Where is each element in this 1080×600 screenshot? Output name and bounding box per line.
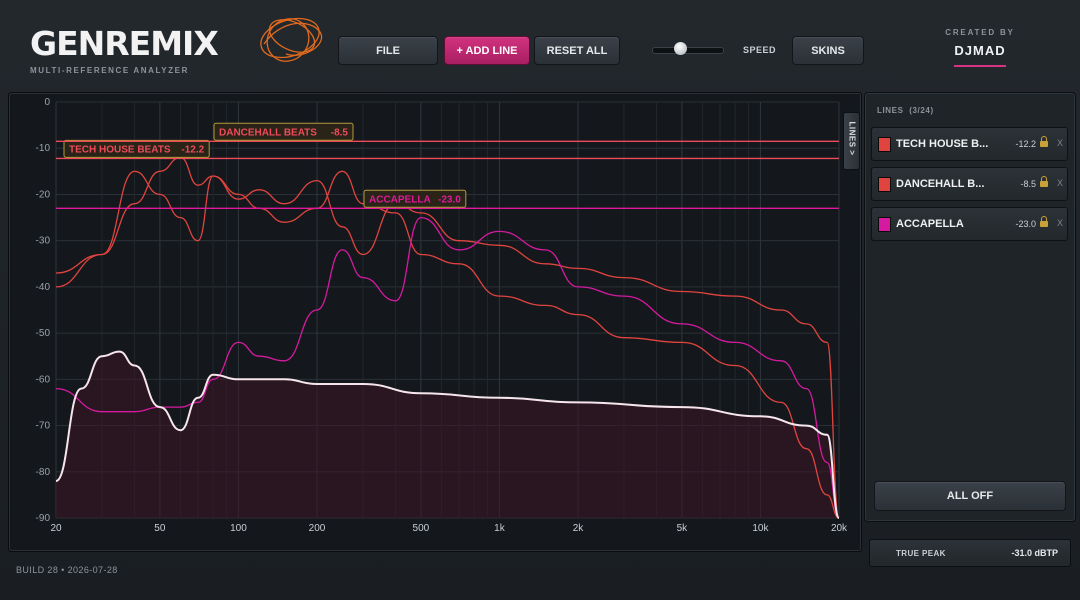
created-by-label: CREATED BY [945,28,1015,37]
y-tick-label: 0 [44,97,50,108]
level-marker-label: TECH HOUSE BEATS -12.2 [63,139,210,158]
line-name: ACCAPELLA [896,218,964,230]
lines-panel: LINES (3/24) TECH HOUSE B... -12.2 X DAN… [864,92,1076,522]
marker-label-value: -8.5 [331,127,349,138]
logo: GENREMIX [30,17,323,66]
lines-tab[interactable]: LINES > [843,112,860,170]
y-tick-label: -70 [36,421,51,432]
y-tick-label: -40 [36,282,51,293]
spectrum-area-fill [56,351,839,518]
marker-label-value: -23.0 [438,194,461,205]
author-underline [954,65,1006,67]
true-peak-display: TRUE PEAK -31.0 dBTP [869,539,1071,567]
reset-all-button[interactable]: RESET ALL [534,36,620,65]
x-tick-label: 2k [573,523,585,534]
line-color-swatch[interactable] [878,217,891,232]
lines-panel-title-text: LINES [877,106,904,115]
line-row-accapella[interactable]: ACCAPELLA -23.0 X [871,207,1068,241]
speed-slider[interactable] [652,42,724,55]
all-off-button[interactable]: ALL OFF [874,481,1066,511]
x-tick-label: 20k [831,523,848,534]
remove-line-button[interactable]: X [1057,218,1063,228]
author-name: DJMAD [954,43,1006,58]
build-number: BUILD 28 [16,565,59,575]
build-date: 2026-07-28 [67,565,118,575]
build-info: BUILD 28 • 2026-07-28 [16,565,118,575]
x-tick-label: 50 [154,523,166,534]
speed-slider-track[interactable] [652,47,724,54]
x-tick-label: 500 [413,523,430,534]
speed-slider-knob[interactable] [673,42,687,55]
x-tick-label: 200 [309,523,326,534]
marker-label-name: DANCEHALL BEATS [219,127,317,138]
y-tick-label: -50 [36,328,51,339]
remove-line-button[interactable]: X [1057,178,1063,188]
add-line-button[interactable]: + ADD LINE [444,36,530,65]
lock-icon[interactable] [1040,136,1048,148]
speed-label: SPEED [743,45,777,55]
y-tick-label: -80 [36,467,51,478]
line-value: -23.0 [1015,219,1036,229]
skins-button[interactable]: SKINS [792,36,864,65]
line-row-dancehall[interactable]: DANCEHALL B... -8.5 X [871,167,1068,201]
line-value: -12.2 [1015,139,1036,149]
file-button[interactable]: FILE [338,36,438,65]
level-marker-label: DANCEHALL BEATS -8.5 [213,122,354,141]
y-tick-label: -20 [36,189,51,200]
x-tick-label: 20 [50,523,62,534]
lock-icon[interactable] [1040,216,1048,228]
credits: CREATED BY DJMAD [940,28,1020,67]
scribble-logo-icon [260,17,323,62]
lock-icon[interactable] [1040,176,1048,188]
x-tick-label: 100 [230,523,247,534]
marker-label-value: -12.2 [181,144,204,155]
marker-label-name: ACCAPELLA [369,194,431,205]
marker-label-name: TECH HOUSE BEATS [69,144,171,155]
x-tick-label: 10k [752,523,769,534]
true-peak-label: TRUE PEAK [896,549,946,558]
lines-panel-title: LINES (3/24) [877,106,934,115]
spectrum-analyzer[interactable]: 0 -10 -20 -30 -40 -50 -60 -70 -80 -90 20 50 100 200 50… [8,92,862,552]
build-separator: • [61,565,65,575]
x-tick-label: 5k [677,523,689,534]
logo-text: GENREMIX [30,24,219,63]
y-tick-label: -10 [36,143,51,154]
line-name: DANCEHALL B... [896,178,985,190]
y-tick-label: -30 [36,236,51,247]
line-color-swatch[interactable] [878,177,891,192]
app-subtitle: MULTI-REFERENCE ANALYZER [30,66,189,75]
y-tick-label: -90 [36,513,51,524]
level-marker-label: ACCAPELLA -23.0 [363,189,467,208]
spectrum-chart[interactable]: 0 -10 -20 -30 -40 -50 -60 -70 -80 -9020 50 100 200 50… [9,93,861,551]
y-tick-label: -60 [36,374,51,385]
line-value: -8.5 [1020,179,1036,189]
line-color-swatch[interactable] [878,137,891,152]
line-name: TECH HOUSE B... [896,138,989,150]
app-window: GENREMIX MULTI-REFERENCE ANALYZER FILE +… [0,0,1080,600]
remove-line-button[interactable]: X [1057,138,1063,148]
x-tick-label: 1k [494,523,506,534]
lines-tab-label: LINES > [847,121,857,156]
line-row-tech-house[interactable]: TECH HOUSE B... -12.2 X [871,127,1068,161]
true-peak-value: -31.0 dBTP [1011,548,1058,558]
lines-count: (3/24) [909,106,934,115]
